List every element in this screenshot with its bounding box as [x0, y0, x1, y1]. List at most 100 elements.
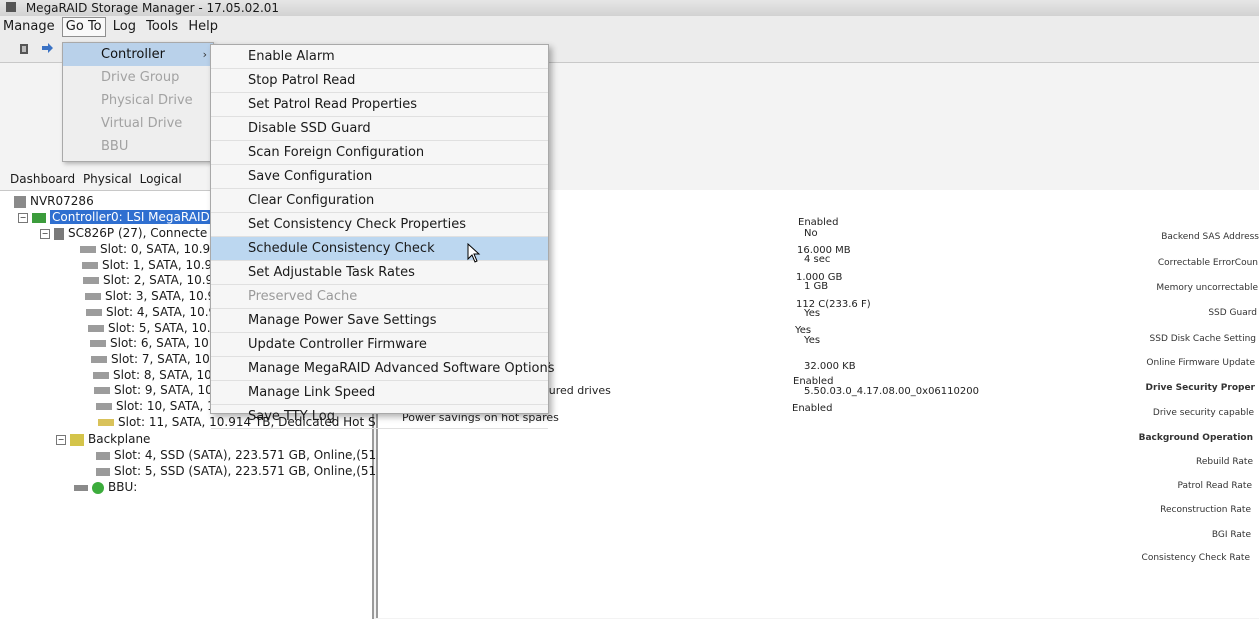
drive-icon [88, 324, 104, 332]
status-ok-icon [92, 481, 104, 494]
menu-item-stop-patrol-read[interactable]: Stop Patrol Read [211, 69, 548, 93]
menu-item-clear-configuration[interactable]: Clear Configuration [211, 189, 548, 213]
tree-slot[interactable]: Slot: 5, SATA, 10.9 [88, 320, 218, 336]
property-label: SSD Guard [1208, 308, 1257, 318]
menu-manage[interactable]: Manage [0, 16, 58, 38]
collapse-icon[interactable]: − [18, 212, 28, 223]
menu-goto[interactable]: Go To [61, 17, 106, 37]
property-value: 32.000 KB [804, 361, 856, 372]
goto-item-virtual-drive[interactable]: Virtual Drive [63, 112, 213, 135]
property-value: Enabled [792, 403, 833, 414]
drive-icon [82, 261, 98, 269]
slot-label: Slot: 4, SATA, 10.9 [106, 304, 217, 319]
goto-item-label: Controller [101, 47, 165, 62]
battery-icon [74, 484, 88, 491]
window-title-bar: MegaRAID Storage Manager - 17.05.02.01 [0, 0, 1259, 17]
property-value: 4 sec [804, 254, 831, 265]
menu-help[interactable]: Help [185, 16, 221, 38]
collapse-icon[interactable]: − [56, 434, 66, 445]
tree-slot[interactable]: Slot: 8, SATA, 10.9 [93, 367, 223, 383]
drive-icon [91, 355, 107, 363]
slot-label: Slot: 0, SATA, 10.9 [100, 242, 211, 256]
menu-bar: Manage Go To Log Tools Help [0, 16, 1259, 38]
tree-slot[interactable]: Slot: 3, SATA, 10.9 [85, 288, 215, 304]
enclosure-icon [54, 227, 64, 240]
property-value: Yes [804, 335, 821, 346]
menu-item-set-adjustable-task-rates[interactable]: Set Adjustable Task Rates [211, 261, 548, 285]
tree-bbu[interactable]: BBU: [74, 479, 137, 495]
property-value: Yes [804, 308, 821, 319]
drive-icon [80, 246, 96, 253]
tab-dashboard[interactable]: Dashboard [10, 168, 75, 190]
tree-slot[interactable]: Slot: 6, SATA, 10.9 [90, 335, 220, 351]
menu-item-save-tty-log[interactable]: Save TTY Log [211, 405, 548, 429]
tab-logical[interactable]: Logical [140, 168, 182, 190]
mouse-cursor-icon [467, 243, 481, 263]
slot-label: Slot: 6, SATA, 10.9 [110, 336, 221, 351]
tree-backplane[interactable]: − Backplane [56, 431, 150, 447]
menu-item-manage-power-save-settings[interactable]: Manage Power Save Settings [211, 309, 548, 333]
menu-log[interactable]: Log [110, 16, 139, 38]
ssd-icon [96, 467, 110, 476]
slot-label: Slot: 10, SATA, 10 [116, 399, 223, 413]
goto-menu: Controller › Drive Group Physical Drive Virt… [62, 42, 214, 162]
drive-icon [86, 308, 102, 316]
property-label: Drive security capable [1152, 408, 1254, 418]
slot-label: Slot: 7, SATA, 10.9 [111, 351, 222, 366]
drive-icon [85, 293, 101, 301]
tab-physical[interactable]: Physical [83, 168, 132, 190]
tree-slot[interactable]: Slot: 4, SATA, 10.9 [86, 304, 216, 320]
menu-tools[interactable]: Tools [143, 16, 181, 38]
refresh-icon[interactable] [18, 42, 32, 56]
property-label: Rebuild Rate [1195, 457, 1253, 467]
property-value: Enabled [798, 217, 839, 228]
property-label: BGI Rate [1211, 530, 1251, 540]
tree-slot[interactable]: Slot: 10, SATA, 10 [96, 398, 222, 414]
submenu-arrow-icon: › [202, 48, 207, 61]
tree-controller[interactable]: − Controller0: LSI MegaRAID [18, 209, 212, 225]
property-label: Online Firmware Update [1146, 358, 1255, 368]
goto-item-controller[interactable]: Controller › [63, 43, 213, 66]
slot-label: Slot: 9, SATA, 10.9 [114, 383, 225, 398]
drive-icon [90, 340, 106, 348]
app-icon [6, 2, 16, 12]
property-label: Background Operation [1138, 433, 1253, 443]
slot-label: Slot: 8, SATA, 10.9 [113, 367, 224, 382]
menu-item-set-consistency-check-properties[interactable]: Set Consistency Check Properties [211, 213, 548, 237]
tree-enclosure[interactable]: − SC826P (27), Connecte [40, 225, 207, 241]
drive-icon [94, 387, 110, 395]
view-tabs: Dashboard Physical Logical [0, 168, 215, 190]
tree-slot[interactable]: Slot: 9, SATA, 10.9 [94, 382, 224, 398]
connect-icon[interactable] [40, 42, 54, 56]
tree-slot[interactable]: Slot: 2, SATA, 10.9 [83, 272, 213, 288]
menu-item-update-controller-firmware[interactable]: Update Controller Firmware [211, 333, 548, 357]
menu-item-manage-megaraid-advanced-software-options[interactable]: Manage MegaRAID Advanced Software Option… [211, 357, 555, 381]
slot-label: Slot: 5, SATA, 10.9 [108, 320, 219, 335]
tree-slot[interactable]: Slot: 0, SATA, 10.9 [80, 241, 210, 257]
goto-item-label: Drive Group [101, 70, 180, 85]
goto-item-drive-group[interactable]: Drive Group [63, 66, 213, 89]
goto-item-physical-drive[interactable]: Physical Drive [63, 89, 213, 112]
menu-item-preserved-cache[interactable]: Preserved Cache [211, 285, 548, 309]
menu-item-save-configuration[interactable]: Save Configuration [211, 165, 548, 189]
collapse-icon[interactable]: − [40, 228, 50, 239]
slot-label: Slot: 3, SATA, 10.9 [105, 289, 216, 304]
menu-item-manage-link-speed[interactable]: Manage Link Speed [211, 381, 548, 405]
menu-item-enable-alarm[interactable]: Enable Alarm [211, 45, 548, 69]
tree-slot[interactable]: Slot: 1, SATA, 10.9 [82, 257, 212, 273]
menu-item-disable-ssd-guard[interactable]: Disable SSD Guard [211, 117, 548, 141]
property-label: Patrol Read Rate [1177, 481, 1252, 491]
menu-item-scan-foreign-configuration[interactable]: Scan Foreign Configuration [211, 141, 548, 165]
tree-backplane-slot[interactable]: Slot: 5, SSD (SATA), 223.571 GB, Online,… [96, 463, 384, 479]
menu-item-schedule-consistency-check[interactable]: Schedule Consistency Check [211, 237, 548, 261]
tree-host[interactable]: NVR07286 [14, 193, 94, 209]
menu-item-set-patrol-read-properties[interactable]: Set Patrol Read Properties [211, 93, 548, 117]
property-label: Backend SAS Address [1161, 232, 1259, 242]
drive-icon [96, 403, 112, 410]
goto-item-label: Virtual Drive [101, 116, 183, 131]
window-title: MegaRAID Storage Manager - 17.05.02.01 [25, 1, 280, 15]
goto-item-bbu[interactable]: BBU [63, 135, 213, 158]
tree-slot[interactable]: Slot: 7, SATA, 10.9 [91, 351, 221, 367]
tree-backplane-slot[interactable]: Slot: 4, SSD (SATA), 223.571 GB, Online,… [96, 447, 384, 463]
property-label: Correctable ErrorCoun [1157, 258, 1258, 268]
